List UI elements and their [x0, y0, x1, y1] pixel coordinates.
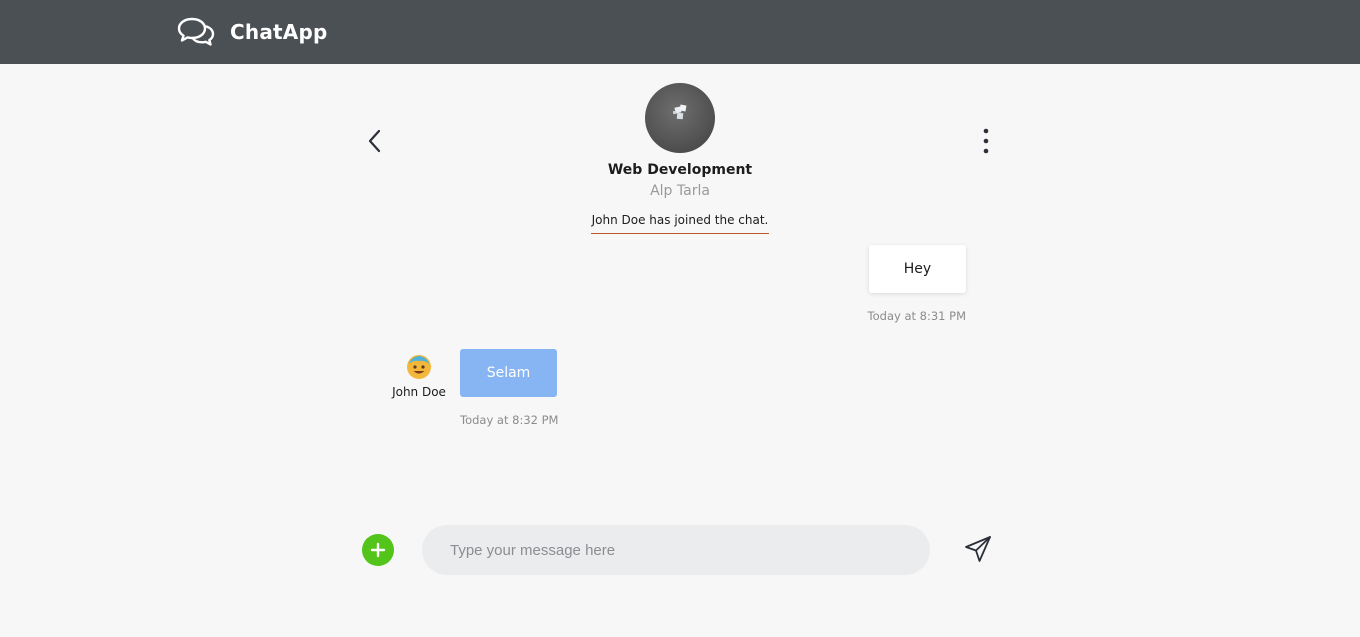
- room-title: Web Development: [607, 162, 753, 178]
- room-avatar-image: [673, 104, 687, 120]
- outgoing-message-bubble: Hey: [869, 245, 966, 293]
- send-button[interactable]: [962, 533, 994, 565]
- chat-bubbles-icon: [177, 17, 215, 46]
- more-options-button[interactable]: [974, 126, 998, 156]
- plus-icon: [370, 542, 386, 558]
- emoji-avatar-icon: [407, 355, 431, 379]
- system-message: John Doe has joined the chat.: [591, 213, 769, 234]
- chevron-left-icon: [368, 129, 381, 153]
- incoming-message-timestamp: Today at 8:32 PM: [460, 413, 559, 427]
- room-avatar: [645, 83, 715, 153]
- message-input[interactable]: [422, 525, 930, 575]
- brand-link[interactable]: ChatApp: [177, 16, 327, 48]
- incoming-message-bubble: Selam: [460, 349, 557, 397]
- paper-plane-icon: [965, 536, 991, 562]
- top-navbar: ChatApp: [0, 0, 1360, 64]
- vertical-dots-icon: [983, 128, 989, 154]
- back-button[interactable]: [362, 126, 388, 156]
- room-owner: Alp Tarla: [650, 183, 710, 199]
- sender-name: John Doe: [392, 385, 446, 399]
- outgoing-message-timestamp: Today at 8:31 PM: [867, 309, 966, 323]
- brand-name: ChatApp: [230, 20, 328, 44]
- add-attachment-button[interactable]: [362, 534, 394, 566]
